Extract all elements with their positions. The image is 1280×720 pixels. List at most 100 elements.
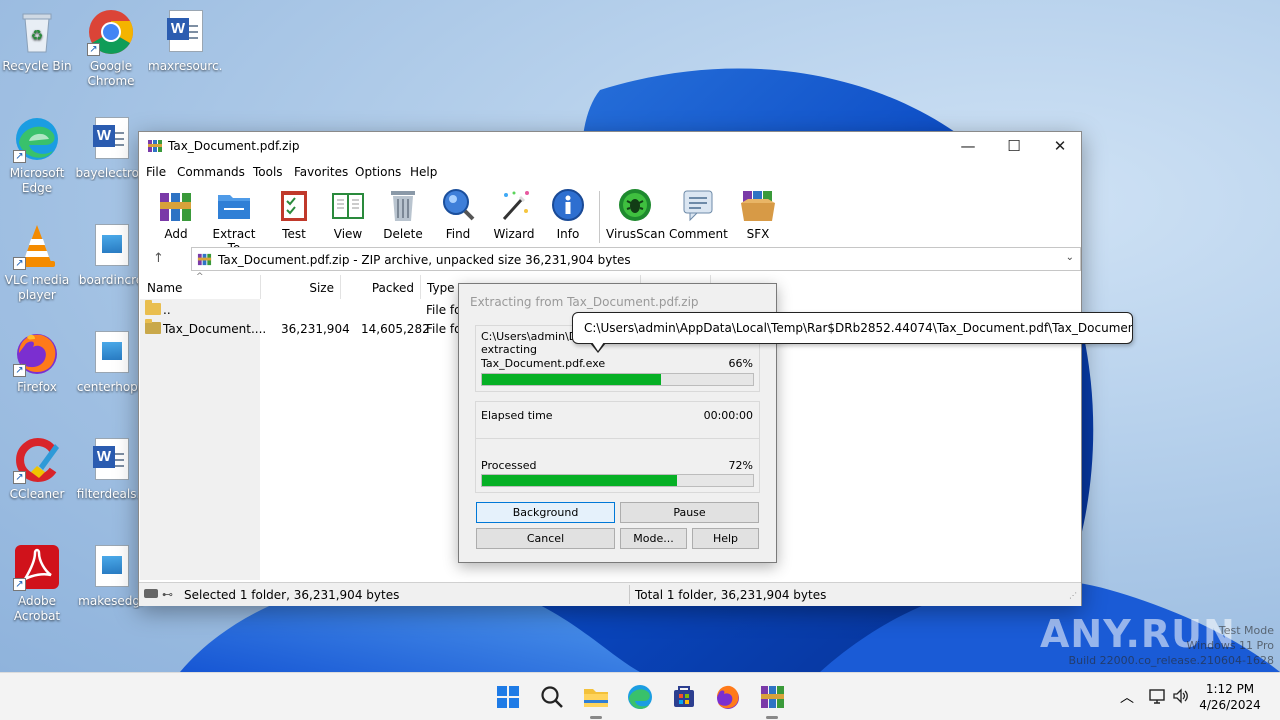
start-button[interactable]	[492, 681, 524, 713]
taskbar-edge[interactable]	[624, 681, 656, 713]
status-selected: Selected 1 folder, 36,231,904 bytes	[184, 588, 400, 602]
word-document-icon: W	[87, 115, 135, 163]
background-button[interactable]: Background	[476, 502, 615, 523]
shortcut-arrow-icon: ↗	[13, 578, 26, 591]
overall-progress-group: Elapsed time 00:00:00 Processed 72%	[475, 401, 760, 493]
processed-percent: 72%	[728, 459, 753, 472]
minimize-button[interactable]: —	[945, 132, 991, 161]
toolbar-wizard-button[interactable]: Wizard	[485, 187, 543, 241]
image-file-icon	[87, 543, 135, 591]
desktop-icon-maxresource[interactable]: W maxresourc...	[148, 8, 222, 74]
magnifier-icon	[440, 187, 476, 223]
table-row-tax-document[interactable]: Tax_Document.... 36,231,904 14,605,282 F…	[140, 319, 470, 338]
processed-progress-fill	[482, 475, 678, 486]
desktop-icon-ccleaner[interactable]: ↗ CCleaner	[0, 436, 74, 502]
shortcut-arrow-icon: ↗	[13, 471, 26, 484]
toolbar-test-button[interactable]: Test	[265, 187, 323, 241]
tray-chevron-up-icon[interactable]: ︿	[1120, 687, 1134, 707]
column-header-name[interactable]: Name ^	[140, 272, 261, 299]
desktop-icon-microsoft-edge[interactable]: ↗ Microsoft Edge	[0, 115, 74, 196]
toolbar-find-button[interactable]: Find	[429, 187, 487, 241]
menu-options[interactable]: Options	[355, 165, 401, 179]
current-file-name: Tax_Document.pdf.exe	[481, 357, 606, 370]
winrar-icon	[761, 686, 784, 708]
firefox-icon: ↗	[13, 329, 61, 377]
extract-action: extracting	[481, 343, 538, 356]
menu-commands[interactable]: Commands	[177, 165, 245, 179]
desktop-icon-boardincre[interactable]: boardincre	[74, 222, 148, 288]
desktop-icon-filterdeals[interactable]: W filterdeals.r	[74, 436, 148, 502]
close-button[interactable]: ✕	[1037, 132, 1083, 161]
winrar-icon	[147, 138, 163, 154]
toolbar: Add Extract To Test View Delete Find Wiz…	[139, 183, 1081, 255]
clock-date: 4/26/2024	[1199, 698, 1261, 712]
folder-icon	[584, 689, 608, 707]
desktop-icon-firefox[interactable]: ↗ Firefox	[0, 329, 74, 395]
desktop-icon-adobe-acrobat[interactable]: ↗ Adobe Acrobat	[0, 543, 74, 624]
maximize-button[interactable]: ☐	[991, 132, 1037, 161]
info-icon	[550, 187, 586, 223]
volume-icon[interactable]	[1172, 687, 1190, 708]
taskbar-winrar[interactable]	[756, 681, 788, 719]
desktop-icon-makesedg[interactable]: makesedg.	[74, 543, 148, 609]
toolbar-extract-to-button[interactable]: Extract To	[205, 187, 263, 255]
taskbar-file-explorer[interactable]	[580, 681, 612, 719]
drive-icon	[144, 589, 158, 598]
file-progress-fill	[482, 374, 661, 385]
recycle-bin-icon: ♻	[13, 8, 61, 56]
up-arrow-icon[interactable]: ↑	[153, 251, 164, 266]
toolbar-sfx-button[interactable]: SFX	[729, 187, 787, 241]
desktop-icon-bayelectron[interactable]: W bayelectron	[74, 115, 148, 181]
status-total: Total 1 folder, 36,231,904 bytes	[635, 588, 827, 602]
menu-favorites[interactable]: Favorites	[294, 165, 348, 179]
key-icon: ⊷	[162, 588, 173, 601]
comment-icon	[680, 187, 716, 223]
menu-help[interactable]: Help	[410, 165, 437, 179]
desktop-icon-google-chrome[interactable]: ↗ Google Chrome	[74, 8, 148, 89]
taskbar: ︿ 1:12 PM 4/26/2024	[0, 672, 1280, 720]
resize-grip-icon[interactable]: ⋰	[1069, 591, 1077, 600]
image-file-icon	[87, 222, 135, 270]
vlc-cone-icon: ↗	[13, 222, 61, 270]
toolbar-view-button[interactable]: View	[319, 187, 377, 241]
taskbar-store[interactable]	[668, 681, 700, 713]
desktop-icon-recycle-bin[interactable]: ♻ Recycle Bin	[0, 8, 74, 74]
desktop-icon-vlc[interactable]: ↗ VLC media player	[0, 222, 74, 303]
archive-path-field[interactable]: Tax_Document.pdf.zip - ZIP archive, unpa…	[191, 247, 1081, 271]
title-bar[interactable]: Tax_Document.pdf.zip — ☐ ✕	[139, 132, 1081, 161]
status-separator	[629, 585, 630, 604]
mode-button[interactable]: Mode...	[620, 528, 687, 549]
table-row-parent[interactable]: .. File fo	[140, 300, 470, 319]
toolbar-virusscan-button[interactable]: VirusScan	[606, 187, 665, 241]
cancel-button[interactable]: Cancel	[476, 528, 615, 549]
dialog-title: Extracting from Tax_Document.pdf.zip	[470, 295, 699, 309]
menu-tools[interactable]: Tools	[253, 165, 283, 179]
desktop-icon-centerhope[interactable]: centerhope	[74, 329, 148, 395]
help-button[interactable]: Help	[692, 528, 759, 549]
pause-button[interactable]: Pause	[620, 502, 759, 523]
toolbar-delete-button[interactable]: Delete	[374, 187, 432, 241]
menu-file[interactable]: File	[146, 165, 166, 179]
edge-icon	[628, 685, 652, 709]
taskbar-firefox[interactable]	[712, 681, 744, 713]
toolbar-add-button[interactable]: Add	[147, 187, 205, 241]
acrobat-icon: ↗	[13, 543, 61, 591]
toolbar-info-button[interactable]: Info	[539, 187, 597, 241]
sfx-box-icon	[740, 187, 776, 223]
taskbar-clock[interactable]: 1:12 PM 4/26/2024	[1190, 681, 1270, 713]
column-header-packed[interactable]: Packed	[341, 275, 421, 299]
watermark-line2: Windows 11 Pro	[1186, 639, 1274, 652]
tooltip-tail	[590, 342, 606, 353]
shortcut-arrow-icon: ↗	[87, 43, 100, 56]
toolbar-comment-button[interactable]: Comment	[669, 187, 728, 241]
watermark-line1: Test Mode	[1218, 624, 1274, 637]
taskbar-search-button[interactable]	[536, 681, 568, 713]
chevron-down-icon[interactable]: ⌄	[1066, 252, 1074, 263]
search-icon	[541, 686, 563, 708]
folder-icon	[145, 300, 161, 315]
column-header-size[interactable]: Size	[261, 275, 341, 299]
menu-bar: File Commands Tools Favorites Options He…	[139, 161, 1081, 183]
book-icon	[330, 187, 366, 223]
path-tooltip: C:\Users\admin\AppData\Local\Temp\Rar$DR…	[572, 312, 1133, 344]
network-icon[interactable]	[1148, 687, 1166, 708]
